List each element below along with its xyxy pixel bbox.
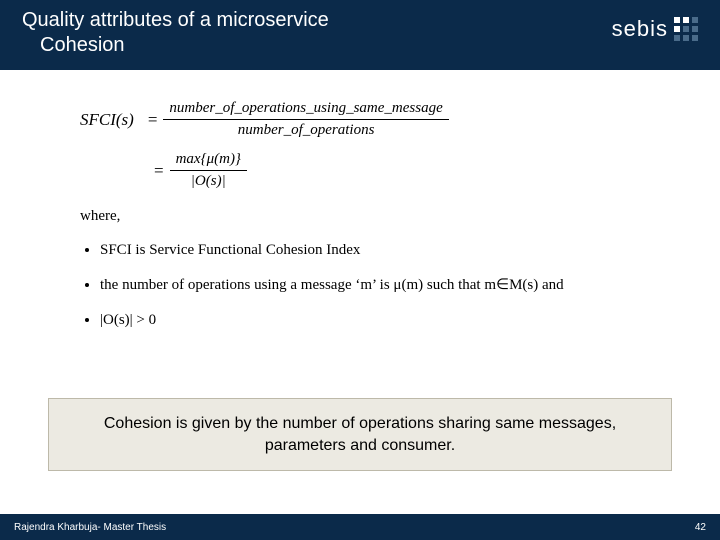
formula-lhs: SFCI(s) (80, 110, 134, 130)
bullet-list: SFCI is Service Functional Cohesion Inde… (80, 240, 640, 331)
where-label: where, (80, 208, 640, 225)
note-box: Cohesion is given by the number of opera… (48, 398, 672, 471)
footer-left: Rajendra Kharbuja- Master Thesis (14, 522, 166, 533)
bullet-item: SFCI is Service Functional Cohesion Inde… (100, 240, 640, 261)
fraction-2-denominator: |O(s)| (185, 171, 232, 190)
fraction-1: number_of_operations_using_same_message … (163, 100, 448, 139)
slide-footer: Rajendra Kharbuja- Master Thesis 42 (0, 514, 720, 540)
formula-row-2: = max{μ(m)} |O(s)| (148, 151, 640, 190)
logo: sebis (612, 16, 698, 42)
fraction-2-numerator: max{μ(m)} (170, 151, 247, 171)
fraction-2: max{μ(m)} |O(s)| (170, 151, 247, 190)
bullet-item: the number of operations using a message… (100, 275, 640, 296)
title-block: Quality attributes of a microservice Coh… (22, 8, 329, 58)
slide-header: Quality attributes of a microservice Coh… (0, 0, 720, 70)
formula-row-1: SFCI(s) = number_of_operations_using_sam… (80, 100, 640, 139)
fraction-1-denominator: number_of_operations (232, 120, 381, 139)
fraction-1-numerator: number_of_operations_using_same_message (163, 100, 448, 120)
title-line-1: Quality attributes of a microservice (22, 8, 329, 33)
page-number: 42 (695, 522, 706, 533)
equals-sign: = (148, 110, 158, 130)
bullet-item: |O(s)| > 0 (100, 310, 640, 331)
logo-dots-icon (674, 17, 698, 41)
equals-sign-2: = (154, 161, 164, 181)
content-area: SFCI(s) = number_of_operations_using_sam… (0, 70, 720, 331)
logo-text: sebis (612, 16, 668, 42)
title-line-2: Cohesion (22, 33, 329, 58)
